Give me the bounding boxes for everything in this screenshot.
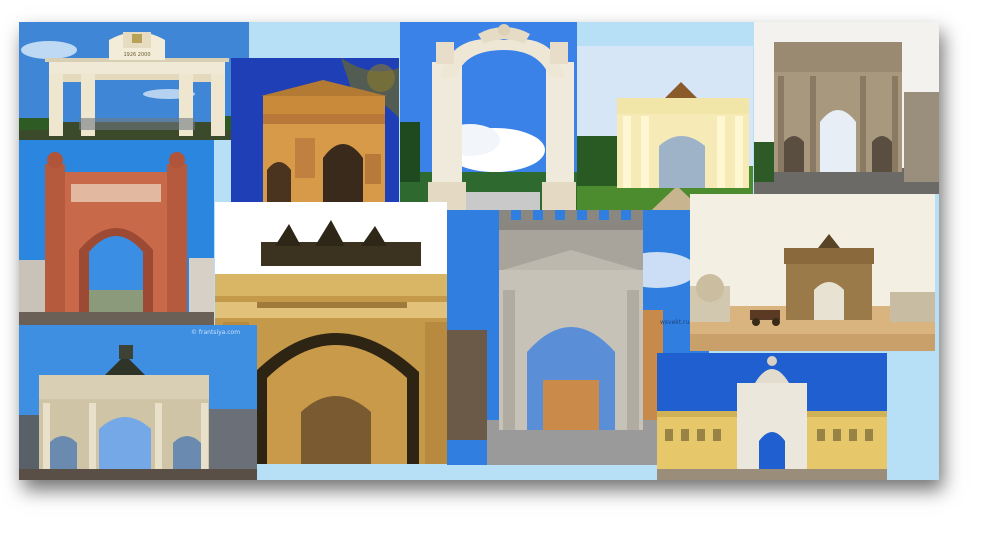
photo-gate-1926: 1926 2000	[19, 22, 249, 140]
photo-arc-de-triomf-barcelona	[19, 140, 214, 325]
watermark-carrousel: © frantsiya.com	[191, 329, 241, 336]
photo-rua-augusta-arch	[657, 353, 887, 480]
photo-arc-du-carrousel: © frantsiya.com	[19, 325, 257, 480]
watermark-rimini: wsvekt.ru	[660, 319, 690, 326]
gate-inscription: 1926 2000	[123, 52, 150, 58]
photo-arc-de-triomphe	[231, 58, 399, 202]
photo-narva-gates-painting	[690, 194, 935, 351]
photo-ornate-white-arch	[400, 22, 577, 212]
photo-collage: 1926 2000 © frantsiya.com wsvekt.ru	[19, 22, 939, 480]
photo-arch-of-constantine	[754, 22, 939, 194]
collage-filler	[887, 353, 939, 480]
